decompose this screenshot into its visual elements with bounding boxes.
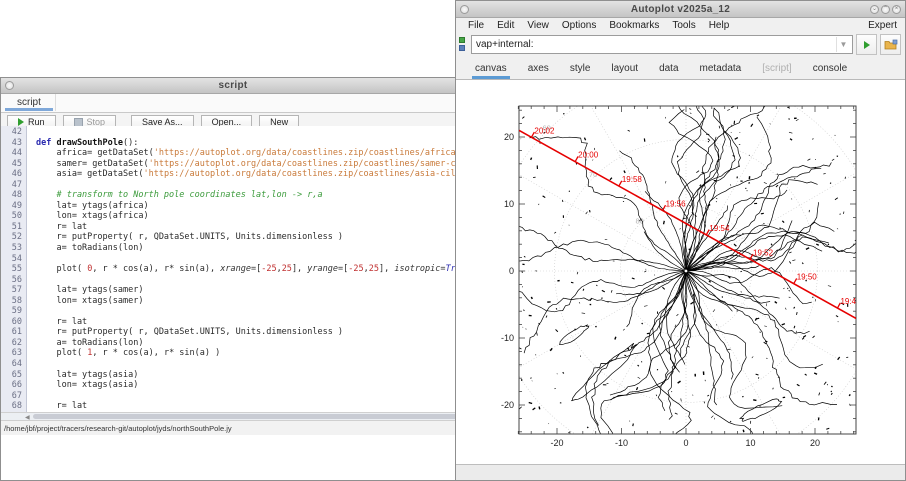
code-line: r= putProperty( r, QDataSet.UNITS, Units… [36, 327, 465, 338]
code-line: r= lat [36, 222, 465, 233]
code-line [36, 306, 465, 317]
code-line: r= putProperty( r, QDataSet.UNITS, Units… [36, 232, 465, 243]
code-line: def drawSouthPole(): [36, 138, 465, 149]
line-number-gutter: 42 43 44 45 46 47 48 49 50 51 52 53 54 5… [1, 126, 27, 412]
tab-axes[interactable]: axes [527, 63, 550, 79]
open-file-button[interactable] [880, 34, 901, 55]
code-line [36, 275, 465, 286]
autoplot-titlebar[interactable]: Autoplot v2025a_12 ⌄ ⌃ × [456, 1, 905, 18]
code-line [36, 127, 465, 138]
tab-script[interactable]: [script] [761, 63, 792, 79]
time-label: 19:50 [797, 273, 818, 282]
code-line [36, 254, 465, 265]
svg-text:-10: -10 [615, 438, 628, 448]
time-label: 19:54 [709, 224, 730, 233]
svg-text:-10: -10 [501, 333, 514, 343]
time-label: 19:48 [840, 297, 861, 306]
svg-text:-20: -20 [501, 400, 514, 410]
uri-value: vap+internal: [476, 39, 534, 50]
svg-text:20: 20 [504, 132, 514, 142]
svg-text:0: 0 [509, 266, 514, 276]
menu-file[interactable]: File [468, 20, 484, 31]
play-icon [864, 41, 870, 49]
code-editor[interactable]: 42 43 44 45 46 47 48 49 50 51 52 53 54 5… [1, 126, 465, 412]
dataset-type-icon [459, 37, 468, 52]
tab-layout[interactable]: layout [610, 63, 639, 79]
menubar: File Edit View Options Bookmarks Tools Help Exp… [456, 18, 905, 32]
uri-input[interactable]: vap+internal: ▼ [471, 35, 853, 54]
code-line [36, 391, 465, 402]
address-row: vap+internal: ▼ [456, 32, 905, 57]
menu-help[interactable]: Help [709, 20, 730, 31]
script-window-titlebar[interactable]: script [1, 78, 465, 94]
code-line: r= lat [36, 317, 465, 328]
code-line: a= toRadians(lon) [36, 338, 465, 349]
close-button[interactable]: × [892, 5, 901, 14]
expert-mode-label[interactable]: Expert [868, 20, 897, 31]
script-editor-window: script script Run Stop Save As... Open..… [0, 77, 466, 481]
autoplot-tabbar: canvas axes style layout data metadata [script… [456, 57, 905, 80]
code-line: # transform to North pole coordinates la… [36, 190, 465, 201]
script-window-lower-panel [1, 435, 465, 480]
tab-metadata[interactable]: metadata [699, 63, 743, 79]
menu-options[interactable]: Options [562, 20, 596, 31]
code-line: lon= xtags(asia) [36, 380, 465, 391]
code-text[interactable]: def drawSouthPole(): africa= getDataSet(… [28, 126, 465, 412]
chevron-down-icon[interactable]: ▼ [836, 37, 850, 52]
autoplot-statusbar [456, 464, 905, 480]
svg-text:20: 20 [810, 438, 820, 448]
folder-icon [884, 39, 898, 51]
code-line [36, 180, 465, 191]
code-line [36, 359, 465, 370]
scrollbar-thumb[interactable] [33, 414, 461, 419]
run-play-icon [18, 118, 24, 126]
tab-data[interactable]: data [658, 63, 679, 79]
go-plot-button[interactable] [856, 34, 877, 55]
tab-underline [5, 108, 53, 111]
maximize-button[interactable]: ⌃ [881, 5, 890, 14]
menu-bookmarks[interactable]: Bookmarks [609, 20, 659, 31]
svg-text:0: 0 [683, 438, 688, 448]
code-line: a= toRadians(lon) [36, 243, 465, 254]
menu-tools[interactable]: Tools [672, 20, 695, 31]
script-tabbar: script [1, 94, 465, 113]
tab-canvas[interactable]: canvas [474, 63, 508, 79]
svg-text:10: 10 [745, 438, 755, 448]
menu-edit[interactable]: Edit [497, 20, 514, 31]
code-line: lat= ytags(samer) [36, 285, 465, 296]
coastlines-layer [485, 80, 883, 466]
code-line: lon= xtags(africa) [36, 211, 465, 222]
file-path-statusbar: /home/jbf/project/tracers/research-git/a… [1, 420, 465, 436]
script-window-title: script [1, 80, 465, 91]
code-line: asia= getDataSet('https://autoplot.org/d… [36, 169, 465, 180]
time-label: 19:52 [753, 248, 774, 257]
svg-text:10: 10 [504, 199, 514, 209]
minimize-button[interactable]: ⌄ [870, 5, 879, 14]
plot-svg: 807060-20-1001020-20-100102020:0220:0019… [456, 80, 906, 466]
autoplot-window-title: Autoplot v2025a_12 [456, 4, 905, 15]
svg-text:-20: -20 [550, 438, 563, 448]
code-line: plot( 1, r * cos(a), r* sin(a) ) [36, 348, 465, 359]
tab-underline [472, 76, 510, 79]
code-line: africa= getDataSet('https://autoplot.org… [36, 148, 465, 159]
tab-script[interactable]: script [3, 94, 56, 111]
time-label: 20:00 [578, 151, 599, 160]
tab-style[interactable]: style [569, 63, 592, 79]
plot-canvas[interactable]: 807060-20-1001020-20-100102020:0220:0019… [456, 80, 905, 466]
code-line: lat= ytags(asia) [36, 370, 465, 381]
code-line: lat= ytags(africa) [36, 201, 465, 212]
tab-console[interactable]: console [812, 63, 848, 79]
code-line: r= lat [36, 401, 465, 412]
time-label: 20:02 [534, 126, 555, 135]
time-label: 19:58 [622, 175, 643, 184]
code-line: samer= getDataSet('https://autoplot.org/… [36, 159, 465, 170]
code-line: lon= xtags(samer) [36, 296, 465, 307]
time-label: 19:56 [666, 199, 687, 208]
menu-view[interactable]: View [527, 20, 549, 31]
code-line: plot( 0, r * cos(a), r* sin(a), xrange=[… [36, 264, 465, 275]
autoplot-window: Autoplot v2025a_12 ⌄ ⌃ × File Edit View Opt… [455, 0, 906, 481]
